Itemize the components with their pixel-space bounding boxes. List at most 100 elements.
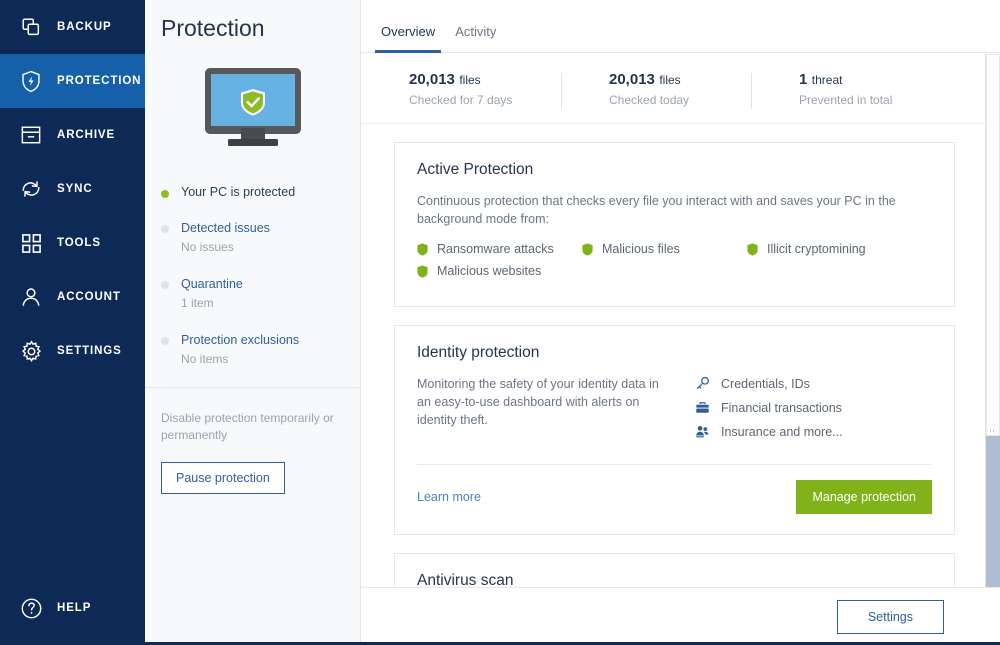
list-item: Insurance and more... (693, 424, 843, 439)
status-dot-grey (161, 281, 169, 289)
main-content: Overview Activity 20,013 files Checked f… (361, 0, 1000, 645)
status-sub: No issues (181, 240, 234, 254)
green-shield-icon (417, 264, 428, 278)
identity-actions: Learn more Manage protection (417, 480, 932, 514)
stat-unit: threat (811, 73, 843, 87)
list-item: Financial transactions (693, 400, 843, 415)
list-item-label: Financial transactions (721, 400, 842, 415)
sidebar-item-label: ARCHIVE (57, 129, 116, 141)
sidebar-item-label: SETTINGS (57, 345, 122, 357)
stat-sub: Checked today (609, 93, 690, 107)
tab-activity[interactable]: Activity (445, 24, 506, 52)
stat-headline: 1 threat (799, 71, 931, 89)
sidebar-item-label: BACKUP (57, 21, 112, 33)
list-item-label: Insurance and more... (721, 424, 843, 439)
sidebar-help-label: HELP (57, 602, 92, 614)
list-item-label: Malicious files (602, 242, 680, 256)
person-icon (18, 284, 44, 310)
settings-button[interactable]: Settings (836, 599, 944, 634)
sidebar-item-label: PROTECTION (57, 75, 142, 87)
status-dot-grey (161, 225, 169, 233)
copies-icon (18, 14, 44, 40)
card-title: Active Protection (417, 161, 534, 178)
cards-scroll-area: Active Protection Continuous protection … (361, 142, 1000, 645)
stat-sub: Prevented in total (799, 93, 893, 107)
application-window: BACKUP PROTECTION ARCHIVE SYNC TOOLS ACC… (0, 0, 1000, 645)
sidebar-item-archive[interactable]: ARCHIVE (0, 108, 145, 162)
stat-checked-7-days: 20,013 files Checked for 7 days (361, 71, 561, 107)
status-dot-grey (161, 337, 169, 345)
archive-box-icon (18, 122, 44, 148)
list-item-label: Malicious websites (437, 264, 542, 278)
stat-checked-today: 20,013 files Checked today (561, 71, 751, 109)
list-item: Credentials, IDs (693, 376, 843, 391)
vertical-scrollbar[interactable] (985, 54, 1000, 587)
card-identity-protection: Identity protection Monitoring the safet… (394, 325, 955, 535)
status-link-quarantine[interactable]: Quarantine (181, 277, 243, 291)
manage-protection-button[interactable]: Manage protection (796, 480, 932, 514)
stat-threats-prevented: 1 threat Prevented in total (751, 71, 931, 109)
stat-unit: files (659, 73, 681, 87)
identity-feature-list: Credentials, IDs Financial transactions (675, 375, 843, 448)
question-circle-icon (18, 595, 44, 621)
protection-detail-panel: Protection Your PC is protected Detected (145, 0, 361, 645)
list-item-label: Ransomware attacks (437, 242, 554, 256)
sidebar-item-sync[interactable]: SYNC (0, 162, 145, 216)
stat-number: 20,013 (409, 71, 455, 88)
status-row-detected-issues[interactable]: Detected issues No issues (161, 219, 360, 256)
shield-bolt-icon (18, 68, 44, 94)
status-dot-green (161, 190, 169, 198)
list-item: Malicious websites (417, 264, 582, 278)
sidebar-item-protection[interactable]: PROTECTION (0, 54, 145, 108)
list-item-label: Credentials, IDs (721, 376, 810, 391)
learn-more-link[interactable]: Learn more (417, 490, 481, 504)
key-icon (693, 376, 711, 391)
pause-protection-button[interactable]: Pause protection (161, 462, 285, 494)
sidebar-item-backup[interactable]: BACKUP (0, 0, 145, 54)
stat-headline: 20,013 files (409, 71, 561, 89)
sidebar-item-label: ACCOUNT (57, 291, 121, 303)
pause-protection-section: Disable protection temporarily or perman… (145, 388, 360, 494)
monitor-with-green-shield-icon (145, 66, 360, 162)
list-item: Ransomware attacks (417, 242, 582, 256)
status-sub: 1 item (181, 296, 214, 310)
protection-status-list: Your PC is protected Detected issues No … (145, 162, 360, 368)
status-link-protection-exclusions[interactable]: Protection exclusions (181, 333, 299, 347)
pause-protection-description: Disable protection temporarily or perman… (161, 411, 334, 442)
main-sidebar: BACKUP PROTECTION ARCHIVE SYNC TOOLS ACC… (0, 0, 145, 645)
status-label: Your PC is protected (181, 185, 296, 199)
status-row-protection-exclusions[interactable]: Protection exclusions No items (161, 331, 360, 368)
card-active-protection: Active Protection Continuous protection … (394, 142, 955, 307)
active-protection-items: Ransomware attacks Malicious files Illic… (417, 242, 932, 286)
status-row-protected: Your PC is protected (161, 184, 360, 200)
briefcase-icon (693, 400, 711, 415)
card-divider (417, 464, 932, 465)
list-item-label: Illicit cryptomining (767, 242, 866, 256)
sidebar-item-account[interactable]: ACCOUNT (0, 270, 145, 324)
card-description: Continuous protection that checks every … (417, 194, 896, 226)
footer-bar: Settings (361, 587, 1000, 645)
tab-overview[interactable]: Overview (371, 24, 445, 53)
sidebar-item-tools[interactable]: TOOLS (0, 216, 145, 270)
identity-body: Monitoring the safety of your identity d… (417, 375, 932, 448)
green-shield-icon (582, 242, 593, 256)
sidebar-item-settings[interactable]: SETTINGS (0, 324, 145, 378)
stat-headline: 20,013 files (609, 71, 751, 89)
content-tabs: Overview Activity (361, 0, 1000, 53)
sync-arrows-icon (18, 176, 44, 202)
stat-sub: Checked for 7 days (409, 93, 513, 107)
sidebar-item-help[interactable]: HELP (0, 588, 145, 628)
card-title: Identity protection (417, 344, 540, 361)
sidebar-item-label: SYNC (57, 183, 93, 195)
stat-number: 20,013 (609, 71, 655, 88)
green-shield-icon (747, 242, 758, 256)
stat-number: 1 (799, 71, 808, 88)
green-shield-icon (417, 242, 428, 256)
status-row-quarantine[interactable]: Quarantine 1 item (161, 275, 360, 312)
status-sub: No items (181, 352, 229, 366)
gear-icon (18, 338, 44, 364)
list-item: Illicit cryptomining (747, 242, 912, 256)
status-link-detected-issues[interactable]: Detected issues (181, 221, 270, 235)
sidebar-item-label: TOOLS (57, 237, 101, 249)
scrollbar-thumb[interactable] (986, 54, 1000, 436)
